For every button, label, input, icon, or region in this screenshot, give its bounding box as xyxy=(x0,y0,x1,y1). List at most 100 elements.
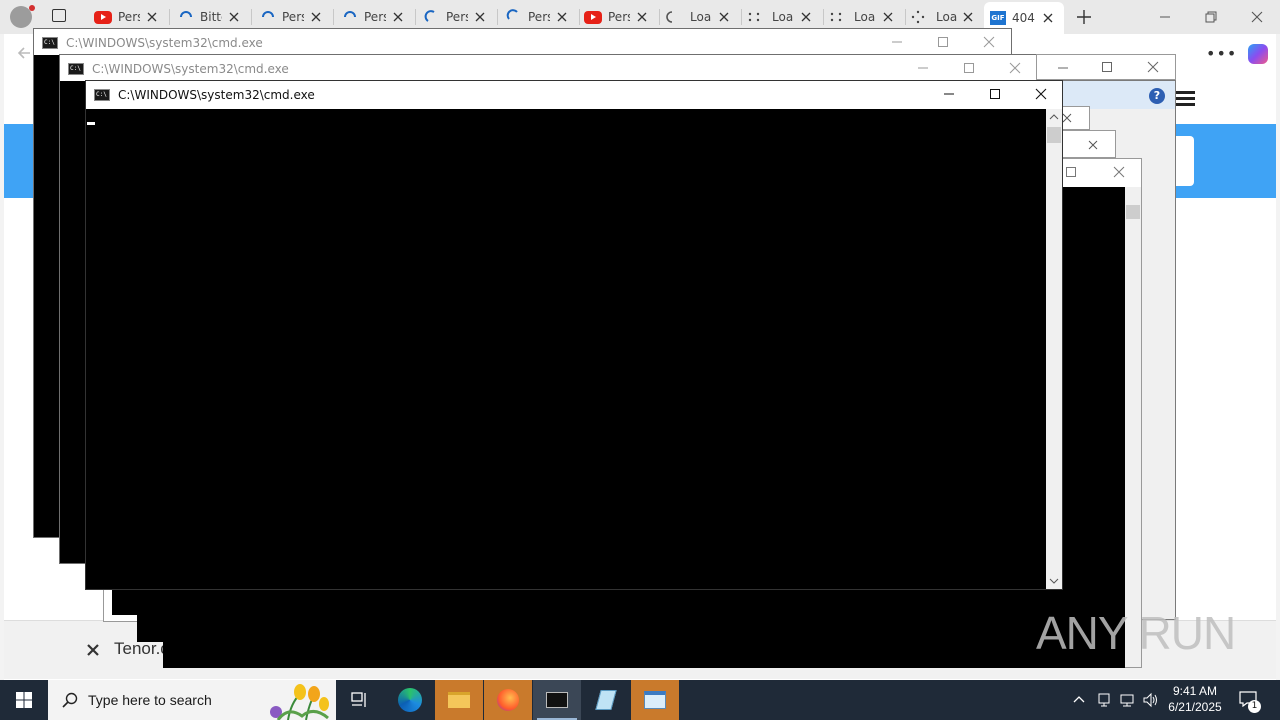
start-button[interactable] xyxy=(0,680,48,720)
tab-10[interactable]: Loa xyxy=(824,4,904,30)
maximize-button[interactable] xyxy=(946,55,992,81)
tab-2[interactable]: Bitte xyxy=(170,4,250,30)
file-explorer-taskbar-button[interactable] xyxy=(435,680,483,720)
youtube-icon xyxy=(94,10,112,24)
chevron-up-icon[interactable] xyxy=(1072,694,1086,704)
window-app-taskbar-button[interactable] xyxy=(631,680,679,720)
loading-icon xyxy=(830,12,842,22)
close-icon[interactable] xyxy=(880,9,896,25)
clock-date: 6/21/2025 xyxy=(1168,700,1222,714)
window-title: C:\WINDOWS\system32\cmd.exe xyxy=(92,62,289,76)
window-title: C:\WINDOWS\system32\cmd.exe xyxy=(118,88,315,102)
close-icon[interactable] xyxy=(144,9,160,25)
scrollbar-thumb[interactable] xyxy=(1047,127,1061,143)
cmd-taskbar-button[interactable] xyxy=(533,680,581,720)
window-title: C:\WINDOWS\system32\cmd.exe xyxy=(66,36,263,50)
browser-minimize-icon[interactable] xyxy=(1158,10,1172,24)
close-icon[interactable] xyxy=(798,9,814,25)
edge-taskbar-button[interactable] xyxy=(386,680,434,720)
command-prompt-icon xyxy=(546,692,568,708)
tab-4[interactable]: Pers xyxy=(334,4,414,30)
console-area[interactable] xyxy=(86,109,1046,589)
device-icon[interactable] xyxy=(1096,692,1112,708)
close-button[interactable] xyxy=(1018,81,1064,107)
back-icon[interactable] xyxy=(16,44,34,62)
tab-8[interactable]: Loa xyxy=(660,4,740,30)
loading-icon xyxy=(666,11,673,23)
tab-6[interactable]: Pers xyxy=(498,4,578,30)
tab-7[interactable]: Pers xyxy=(580,4,658,30)
close-icon[interactable] xyxy=(554,9,570,25)
close-icon[interactable] xyxy=(1087,139,1099,151)
minimize-button[interactable] xyxy=(926,81,972,107)
hamburger-menu-icon[interactable] xyxy=(1175,91,1195,106)
copilot-icon[interactable] xyxy=(1248,44,1268,64)
tab-5[interactable]: Pers xyxy=(416,4,496,30)
close-icon[interactable] xyxy=(86,643,100,657)
close-icon[interactable] xyxy=(472,9,488,25)
folder-icon xyxy=(448,692,470,708)
close-icon[interactable] xyxy=(1113,166,1125,178)
close-icon[interactable] xyxy=(1040,10,1056,26)
tab-title: Pers xyxy=(608,10,630,24)
loading-icon xyxy=(344,11,356,18)
browser-close-icon[interactable] xyxy=(1250,10,1264,24)
notepad-taskbar-button[interactable] xyxy=(582,680,630,720)
minimize-button[interactable] xyxy=(900,55,946,81)
tab-title: Loa xyxy=(690,10,712,24)
tab-title: 404 xyxy=(1012,11,1035,25)
windows-logo-icon xyxy=(16,692,32,708)
tab-title: Pers xyxy=(446,10,468,24)
taskbar-search[interactable]: Type here to search xyxy=(48,680,336,720)
tab-title: Bitte xyxy=(200,10,222,24)
tab-1[interactable]: Pers xyxy=(88,4,168,30)
tab-title: Loa xyxy=(936,10,958,24)
cmd-icon xyxy=(42,37,58,49)
close-icon[interactable] xyxy=(1147,61,1159,73)
cmd-window-active[interactable]: C:\WINDOWS\system32\cmd.exe xyxy=(85,80,1063,590)
close-icon[interactable] xyxy=(390,9,406,25)
tab-3[interactable]: Pers xyxy=(252,4,332,30)
scroll-down-icon[interactable] xyxy=(1049,577,1059,585)
network-icon[interactable] xyxy=(1119,692,1135,708)
close-icon[interactable] xyxy=(226,9,242,25)
bottom-bar-text: Tenor.c xyxy=(114,639,169,658)
taskbar-clock[interactable]: 9:41 AM 6/21/2025 xyxy=(1160,683,1230,715)
close-button[interactable] xyxy=(966,29,1012,55)
vertical-scrollbar[interactable] xyxy=(1046,109,1062,589)
tab-11[interactable]: Loa xyxy=(906,4,984,30)
cmd-window-titlebar-fragment xyxy=(1036,54,1176,80)
maximize-button[interactable] xyxy=(972,81,1018,107)
close-icon[interactable] xyxy=(308,9,324,25)
minimize-icon[interactable] xyxy=(1057,62,1069,74)
volume-icon[interactable] xyxy=(1142,692,1158,708)
close-icon[interactable] xyxy=(716,9,732,25)
more-menu-icon[interactable]: ••• xyxy=(1206,44,1237,63)
close-button[interactable] xyxy=(992,55,1038,81)
search-placeholder: Type here to search xyxy=(88,692,212,708)
task-view-button[interactable] xyxy=(336,680,384,720)
loading-icon xyxy=(262,11,274,18)
close-icon[interactable] xyxy=(634,9,650,25)
close-icon[interactable] xyxy=(960,9,976,25)
help-icon[interactable]: ? xyxy=(1149,88,1165,104)
maximize-button[interactable] xyxy=(920,29,966,55)
search-highlight-flowers-icon xyxy=(270,684,329,720)
profile-avatar[interactable] xyxy=(10,5,35,28)
window-app-icon xyxy=(644,691,666,709)
scroll-up-icon[interactable] xyxy=(1049,113,1059,121)
cmd-icon xyxy=(68,63,84,75)
gif-icon: GIF xyxy=(990,11,1006,25)
tab-actions-icon[interactable] xyxy=(52,9,66,22)
cmd-icon xyxy=(94,89,110,101)
tab-9[interactable]: Loa xyxy=(742,4,822,30)
minimize-button[interactable] xyxy=(874,29,920,55)
taskbar: Type here to search 9:41 AM 6/21/2025 1 xyxy=(0,680,1280,720)
browser-restore-icon[interactable] xyxy=(1204,10,1218,24)
new-tab-icon[interactable] xyxy=(1076,9,1092,25)
maximize-icon[interactable] xyxy=(1101,61,1113,73)
notification-center-button[interactable]: 1 xyxy=(1230,680,1270,720)
firefox-taskbar-button[interactable] xyxy=(484,680,532,720)
maximize-icon[interactable] xyxy=(1065,166,1077,178)
loading-icon xyxy=(180,11,192,18)
